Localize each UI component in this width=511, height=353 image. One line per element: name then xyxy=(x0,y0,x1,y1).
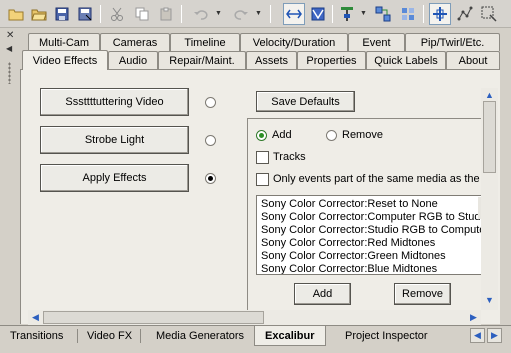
save-icon[interactable] xyxy=(51,3,73,25)
save-defaults-button[interactable]: Save Defaults xyxy=(256,91,355,112)
tab-assets[interactable]: Assets xyxy=(246,51,297,69)
scroll-right-icon[interactable]: ▶ xyxy=(467,311,480,324)
toolbar-separator xyxy=(423,5,424,23)
only-events-label: Only events part of the same media as th… xyxy=(273,173,481,185)
bottom-tab-transitions[interactable]: Transitions xyxy=(10,326,63,346)
tab-velocity-duration[interactable]: Velocity/Duration xyxy=(240,33,348,51)
apply-effects-radio[interactable] xyxy=(205,173,216,184)
radio-dot xyxy=(208,176,213,181)
redo-icon[interactable] xyxy=(230,3,252,25)
bottom-tab-project-inspector[interactable]: Project Inspector xyxy=(345,326,428,346)
tab-scroll-left-icon[interactable]: ◀ xyxy=(470,328,485,343)
list-item[interactable]: Sony Color Corrector:Red Midtones xyxy=(261,237,435,250)
selection-icon[interactable] xyxy=(429,3,451,25)
grid-icon[interactable] xyxy=(397,3,419,25)
collapse-arrow-icon[interactable]: ◀ xyxy=(6,44,12,53)
ripple-edit-icon[interactable] xyxy=(283,3,305,25)
redo-dropdown-icon[interactable]: ▼ xyxy=(255,10,262,17)
bottom-tab-video-fx[interactable]: Video FX xyxy=(87,326,132,346)
tab-multi-cam[interactable]: Multi-Cam xyxy=(28,33,100,51)
strobe-light-button[interactable]: Strobe Light xyxy=(40,126,189,154)
radio-dot xyxy=(259,133,264,138)
tab-scroll-right-icon[interactable]: ▶ xyxy=(487,328,502,343)
scroll-up-icon[interactable]: ▲ xyxy=(482,88,497,101)
tab-properties[interactable]: Properties xyxy=(297,51,366,69)
bottom-tab-media-generators[interactable]: Media Generators xyxy=(156,326,244,346)
draw-icon[interactable] xyxy=(454,3,476,25)
vertical-scroll-thumb[interactable] xyxy=(483,101,496,173)
remove-radio-label: Remove xyxy=(342,129,383,141)
marker-dropdown-icon[interactable]: ▼ xyxy=(360,10,367,17)
effects-listbox[interactable]: Sony Color Corrector:Reset to None Sony … xyxy=(256,195,482,275)
tab-video-effects[interactable]: Video Effects xyxy=(22,50,108,70)
toolbar-separator xyxy=(332,5,333,23)
scroll-down-icon[interactable]: ▼ xyxy=(482,293,497,306)
add-radio-label: Add xyxy=(272,129,292,141)
envelope-edit-icon[interactable] xyxy=(307,3,329,25)
toolbar-separator xyxy=(100,5,101,23)
paste-icon[interactable] xyxy=(155,3,177,25)
tab-separator xyxy=(140,329,141,343)
tracks-checkbox[interactable] xyxy=(256,151,269,164)
only-events-checkbox[interactable] xyxy=(256,173,269,186)
toolbar-separator xyxy=(181,5,182,23)
dock-grip-icon[interactable] xyxy=(8,62,11,84)
marker-icon[interactable] xyxy=(336,3,358,25)
apply-effects-button[interactable]: Apply Effects xyxy=(40,164,189,192)
close-icon[interactable]: ✕ xyxy=(6,30,14,41)
toolbar-separator xyxy=(270,5,271,23)
stuttering-video-button[interactable]: Sssttttuttering Video xyxy=(40,88,189,116)
undo-dropdown-icon[interactable]: ▼ xyxy=(215,10,222,17)
tab-separator xyxy=(77,329,78,343)
strobe-light-radio[interactable] xyxy=(205,135,216,146)
list-item[interactable]: Sony Color Corrector:Blue Midtones xyxy=(261,263,437,274)
new-folder-icon[interactable] xyxy=(5,3,27,25)
tab-repair-maint[interactable]: Repair/Maint. xyxy=(158,51,246,69)
tab-audio[interactable]: Audio xyxy=(108,51,158,69)
undo-icon[interactable] xyxy=(190,3,212,25)
zoom-icon[interactable] xyxy=(478,3,500,25)
tracks-label: Tracks xyxy=(273,151,306,163)
tab-event[interactable]: Event xyxy=(348,33,405,51)
list-item[interactable]: Sony Color Corrector:Computer RGB to Stu… xyxy=(261,211,481,224)
tab-cameras[interactable]: Cameras xyxy=(100,33,170,51)
save-as-icon[interactable] xyxy=(74,3,96,25)
cut-icon[interactable] xyxy=(106,3,128,25)
stuttering-video-radio[interactable] xyxy=(205,97,216,108)
add-radio[interactable] xyxy=(256,130,267,141)
remove-radio[interactable] xyxy=(326,130,337,141)
horizontal-scroll-thumb[interactable] xyxy=(43,311,264,324)
snap-icon[interactable] xyxy=(372,3,394,25)
bottom-tab-excalibur[interactable]: Excalibur xyxy=(254,326,326,346)
add-button[interactable]: Add xyxy=(294,283,351,305)
open-folder-icon[interactable] xyxy=(28,3,50,25)
tab-timeline[interactable]: Timeline xyxy=(170,33,240,51)
tab-quick-labels[interactable]: Quick Labels xyxy=(366,51,446,69)
list-item[interactable]: Sony Color Corrector:Green Midtones xyxy=(261,250,446,263)
remove-button[interactable]: Remove xyxy=(394,283,451,305)
tab-pip-twirl[interactable]: Pip/Twirl/Etc. xyxy=(405,33,500,51)
tab-about[interactable]: About xyxy=(446,51,500,69)
scroll-left-icon[interactable]: ◀ xyxy=(29,311,42,324)
list-item[interactable]: Sony Color Corrector:Studio RGB to Compu… xyxy=(261,224,481,237)
list-item[interactable]: Sony Color Corrector:Reset to None xyxy=(261,198,438,211)
copy-icon[interactable] xyxy=(131,3,153,25)
